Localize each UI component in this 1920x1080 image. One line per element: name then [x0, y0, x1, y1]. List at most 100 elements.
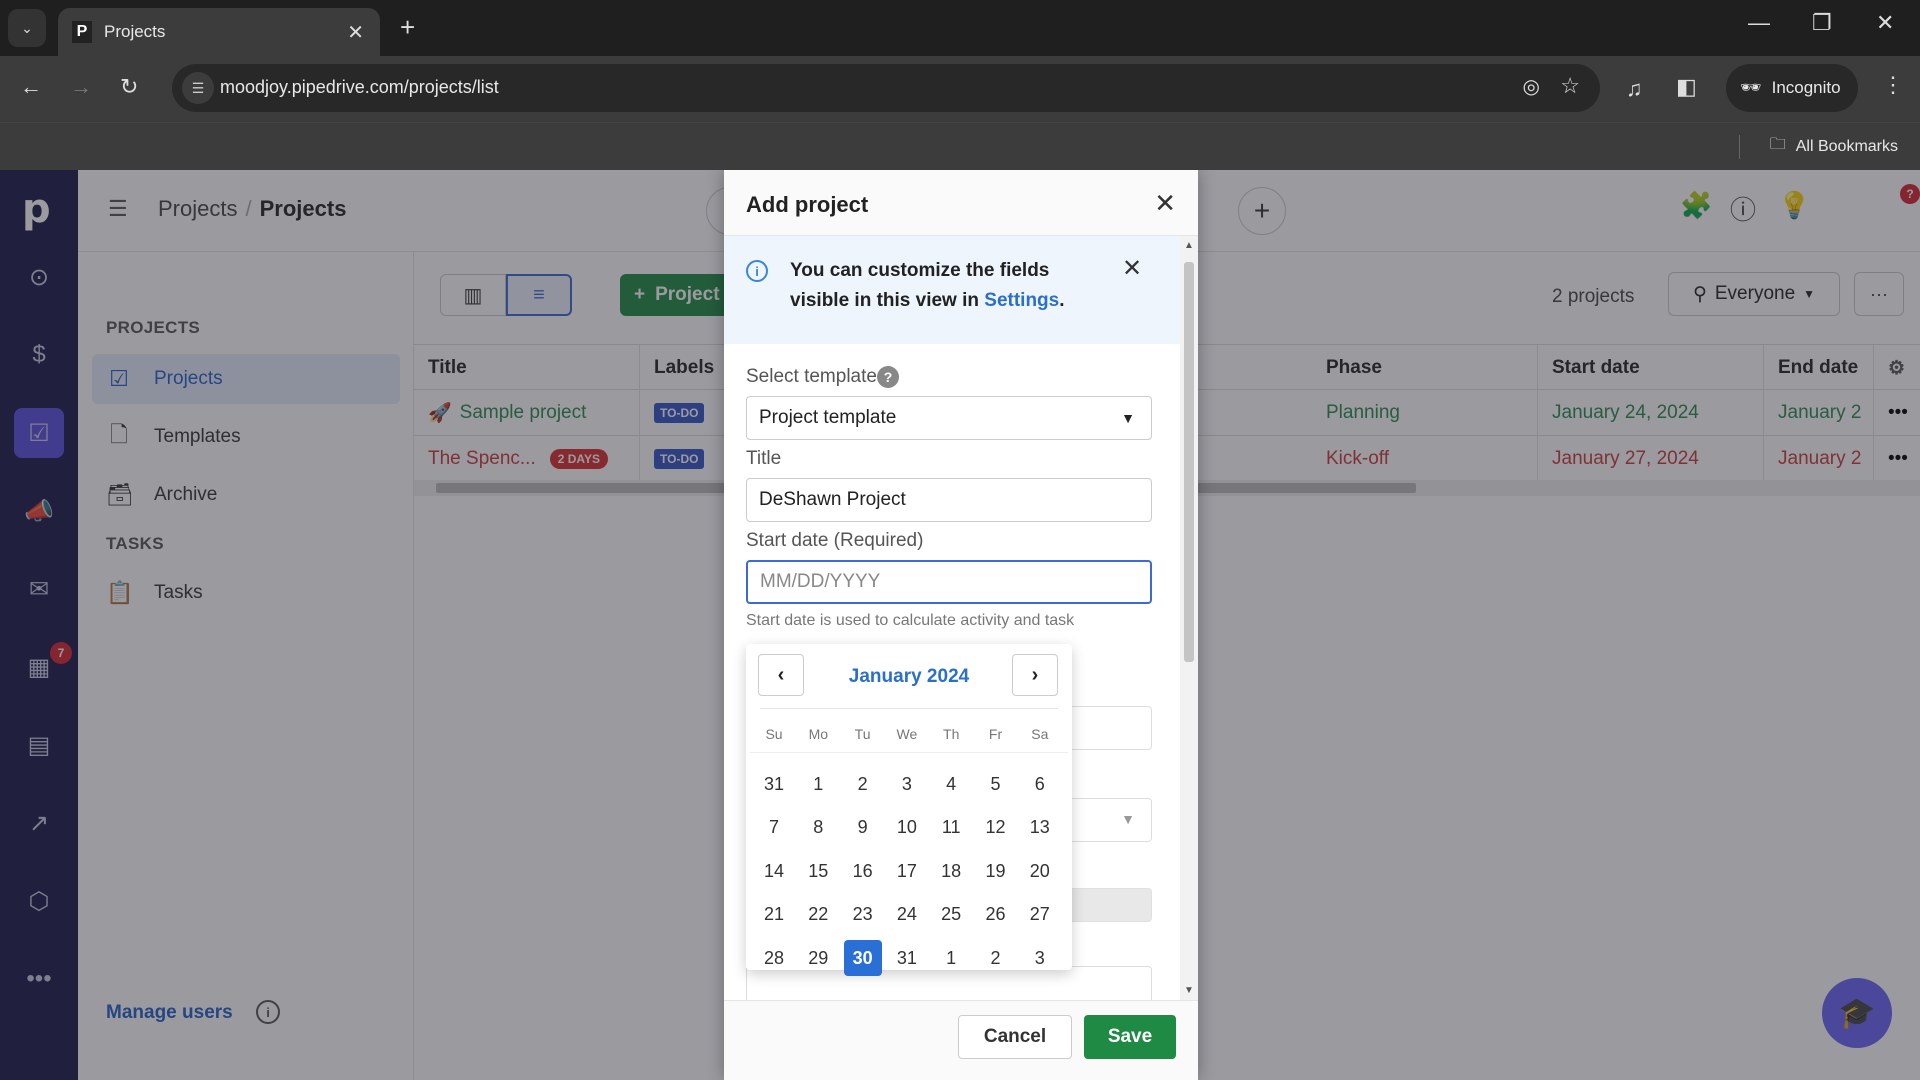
calendar-day[interactable]: 4	[932, 766, 970, 802]
calendar-day[interactable]: 21	[755, 897, 793, 933]
calendar-day[interactable]: 1	[799, 766, 837, 802]
browser-titlebar: ⌄ P Projects ✕ + — ❐ ✕	[0, 0, 1920, 56]
weekday-header: Su	[765, 726, 783, 742]
all-bookmarks-label: All Bookmarks	[1795, 137, 1898, 155]
scroll-up-icon[interactable]: ▲	[1184, 240, 1194, 251]
start-date-placeholder: MM/DD/YYYY	[760, 571, 881, 592]
calendar-day[interactable]: 3	[888, 766, 926, 802]
save-button[interactable]: Save	[1084, 1015, 1176, 1059]
calendar-day[interactable]: 9	[844, 810, 882, 846]
start-date-input[interactable]: MM/DD/YYYY	[746, 560, 1152, 604]
weekday-header: Tu	[854, 726, 871, 742]
calendar-day[interactable]: 10	[888, 810, 926, 846]
weekday-header: Fr	[988, 726, 1003, 742]
calendar-day[interactable]: 27	[1021, 897, 1059, 933]
info-text: You can customize the fields visible in …	[790, 256, 1090, 316]
calendar-day[interactable]: 28	[755, 940, 793, 976]
tab-title: Projects	[104, 22, 166, 41]
omnibox[interactable]: ☰ moodjoy.pipedrive.com/projects/list ◎ …	[172, 64, 1600, 112]
start-date-label: Start date (Required)	[746, 530, 924, 551]
modal-scrollbar[interactable]: ▲ ▼	[1180, 236, 1198, 1000]
minimize-icon[interactable]: —	[1748, 10, 1770, 36]
calendar-day-selected[interactable]: 30	[843, 940, 882, 976]
calendar-day[interactable]: 2	[977, 940, 1015, 976]
calendar-day[interactable]: 5	[977, 766, 1015, 802]
title-value: DeShawn Project	[759, 489, 906, 510]
close-window-icon[interactable]: ✕	[1876, 10, 1894, 36]
eye-off-icon[interactable]: ◎	[1523, 74, 1540, 99]
side-panel-icon[interactable]: ◧	[1676, 74, 1697, 100]
forward-icon[interactable]: →	[70, 74, 92, 100]
cancel-button[interactable]: Cancel	[958, 1015, 1072, 1059]
title-input[interactable]: DeShawn Project	[746, 478, 1152, 522]
browser-tab[interactable]: P Projects ✕	[58, 8, 380, 56]
caret-down-icon: ▼	[1121, 410, 1135, 426]
calendar-day[interactable]: 12	[977, 810, 1015, 846]
template-label: Select template?	[746, 366, 899, 388]
divider	[750, 752, 1068, 753]
info-banner: i You can customize the fields visible i…	[724, 236, 1180, 344]
calendar-day[interactable]: 2	[844, 766, 882, 802]
calendar-day[interactable]: 1	[932, 940, 970, 976]
star-icon[interactable]: ☆	[1560, 73, 1580, 99]
calendar-day[interactable]: 15	[799, 853, 837, 889]
scrollbar-thumb[interactable]	[1184, 262, 1194, 662]
start-date-hint: Start date is used to calculate activity…	[746, 612, 1075, 629]
template-value: Project template	[759, 407, 897, 428]
calendar-day[interactable]: 6	[1021, 766, 1059, 802]
calendar-day[interactable]: 29	[799, 940, 837, 976]
calendar-day[interactable]: 20	[1021, 853, 1059, 889]
divider	[760, 708, 1058, 709]
calendar-day[interactable]: 14	[755, 853, 793, 889]
calendar-day[interactable]: 16	[844, 853, 882, 889]
weekday-header: Mo	[808, 726, 829, 742]
calendar-day[interactable]: 23	[844, 897, 882, 933]
calendar-day[interactable]: 17	[888, 853, 926, 889]
pipedrive-app: p ⊙ $ ☑ 📣 ✉ ▦ 7 ▤ ↗ ⬡ ••• ☰ Projects / Pro…	[0, 170, 1920, 1080]
calendar-day[interactable]: 7	[755, 810, 793, 846]
settings-link[interactable]: Settings	[984, 290, 1059, 311]
close-tab-icon[interactable]: ✕	[347, 20, 364, 45]
media-icon[interactable]: ♫	[1626, 76, 1643, 102]
url-text[interactable]: moodjoy.pipedrive.com/projects/list	[220, 77, 499, 98]
reload-icon[interactable]: ↻	[120, 74, 138, 100]
calendar-day[interactable]: 11	[932, 810, 970, 846]
help-question-icon[interactable]: ?	[876, 366, 899, 388]
divider	[1739, 135, 1740, 159]
pipedrive-favicon: P	[72, 21, 92, 43]
info-icon: i	[746, 260, 768, 282]
back-icon[interactable]: ←	[20, 74, 42, 100]
calendar-day[interactable]: 25	[932, 897, 970, 933]
modal-header: Add project ✕	[724, 170, 1198, 236]
calendar-day[interactable]: 3	[1021, 940, 1059, 976]
calendar-day[interactable]: 31	[755, 766, 793, 802]
modal-title: Add project	[746, 192, 869, 217]
scroll-down-icon[interactable]: ▼	[1184, 985, 1194, 996]
restore-icon[interactable]: ❐	[1812, 10, 1832, 36]
modal-footer: Cancel Save	[724, 1000, 1198, 1080]
template-select[interactable]: Project template ▼	[746, 396, 1152, 440]
all-bookmarks-button[interactable]: 🗀 All Bookmarks	[1770, 133, 1898, 160]
caret-down-icon: ▼	[1121, 811, 1135, 827]
weekday-header: Sa	[1031, 726, 1049, 742]
close-modal-icon[interactable]: ✕	[1154, 188, 1176, 219]
calendar-day[interactable]: 13	[1021, 810, 1059, 846]
next-month-button[interactable]: ›	[1012, 654, 1058, 696]
calendar-day[interactable]: 22	[799, 897, 837, 933]
dismiss-info-icon[interactable]: ✕	[1122, 254, 1142, 283]
incognito-icon: 🕶	[1740, 78, 1762, 97]
template-label-text: Select template	[746, 366, 877, 388]
incognito-badge[interactable]: 🕶 Incognito	[1726, 64, 1858, 112]
tab-search-button[interactable]: ⌄	[8, 9, 46, 47]
calendar-day[interactable]: 26	[977, 897, 1015, 933]
browser-menu-icon[interactable]: ⋮	[1882, 72, 1904, 98]
new-tab-button[interactable]: +	[400, 12, 415, 43]
calendar-day[interactable]: 24	[888, 897, 926, 933]
incognito-label: Incognito	[1771, 78, 1841, 97]
chevron-down-icon: ⌄	[21, 19, 33, 36]
calendar-day[interactable]: 19	[977, 853, 1015, 889]
calendar-day[interactable]: 18	[932, 853, 970, 889]
calendar-day[interactable]: 31	[888, 940, 926, 976]
site-settings-icon[interactable]: ☰	[182, 72, 214, 104]
calendar-day[interactable]: 8	[799, 810, 837, 846]
